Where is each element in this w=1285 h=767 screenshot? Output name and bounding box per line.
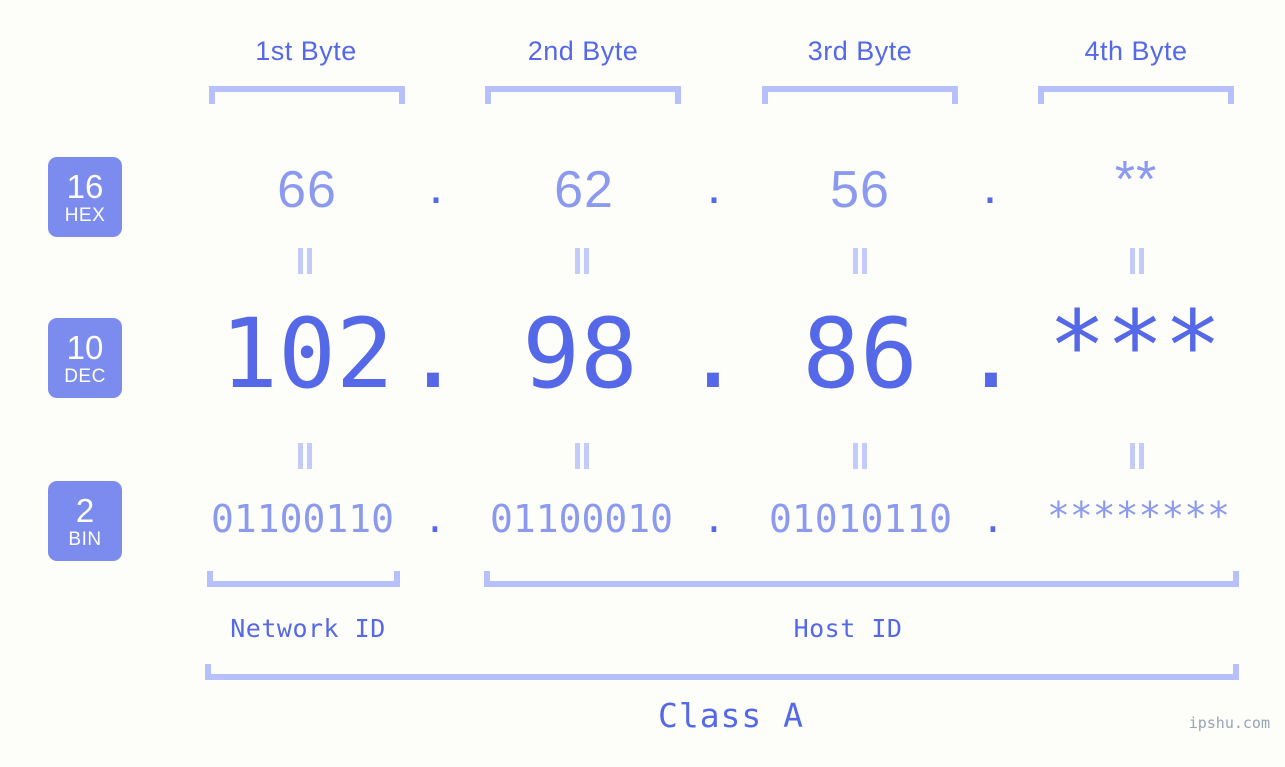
dec-byte-4: ***: [1048, 290, 1222, 402]
byte-header-1: 1st Byte: [255, 36, 357, 66]
base-badge-hex: 16 HEX: [48, 157, 122, 237]
network-id-bracket: [207, 571, 400, 587]
hex-byte-3: 56: [830, 161, 890, 219]
equals-mark-hex-dec-2: [571, 248, 593, 274]
class-bracket: [205, 664, 1239, 680]
hex-byte-1: 66: [277, 161, 337, 219]
bin-separator-1: .: [423, 497, 447, 541]
equals-mark-dec-bin-1: [294, 443, 316, 469]
bin-byte-1: 01100110: [210, 497, 395, 541]
host-id-bracket: [484, 571, 1239, 587]
byte-header-4: 4th Byte: [1084, 36, 1188, 66]
hex-byte-2: 62: [554, 161, 614, 219]
base-badge-dec: 10 DEC: [48, 318, 122, 398]
bin-byte-2: 01100010: [489, 497, 674, 541]
hex-separator-3: .: [982, 157, 998, 215]
byte-bracket-3: [762, 86, 958, 104]
byte-bracket-4: [1038, 86, 1234, 104]
bin-byte-3: 01010110: [768, 497, 953, 541]
byte-bracket-2: [485, 86, 681, 104]
equals-mark-hex-dec-1: [294, 248, 316, 274]
dec-byte-1: 102: [220, 298, 394, 410]
host-id-label: Host ID: [793, 614, 903, 643]
bin-separator-3: .: [981, 497, 1005, 541]
base-badge-dec-number: 10: [66, 328, 104, 366]
hex-separator-2: .: [706, 157, 722, 215]
byte-header-2: 2nd Byte: [527, 36, 639, 66]
class-label: Class A: [657, 696, 805, 735]
equals-mark-hex-dec-4: [1126, 248, 1148, 274]
base-badge-bin-name: BIN: [68, 528, 102, 550]
byte-bracket-1: [209, 86, 405, 104]
base-badge-dec-name: DEC: [64, 365, 106, 387]
base-badge-hex-name: HEX: [64, 204, 106, 226]
hex-separator-1: .: [428, 157, 444, 215]
network-id-label: Network ID: [230, 614, 386, 643]
base-badge-hex-number: 16: [66, 167, 104, 205]
dec-separator-3: .: [962, 298, 1020, 410]
byte-header-3: 3rd Byte: [807, 36, 913, 66]
dec-byte-3: 86: [802, 298, 918, 410]
ip-breakdown-diagram: 1st Byte 2nd Byte 3rd Byte 4th Byte 16 H…: [0, 0, 1285, 767]
dec-separator-1: .: [404, 298, 462, 410]
equals-mark-dec-bin-2: [571, 443, 593, 469]
hex-byte-4: **: [1114, 151, 1158, 209]
dec-separator-2: .: [684, 298, 742, 410]
bin-separator-2: .: [702, 497, 726, 541]
equals-mark-dec-bin-4: [1126, 443, 1148, 469]
watermark: ipshu.com: [1188, 714, 1270, 732]
dec-byte-2: 98: [522, 298, 638, 410]
base-badge-bin: 2 BIN: [48, 481, 122, 561]
equals-mark-hex-dec-3: [849, 248, 871, 274]
base-badge-bin-number: 2: [75, 491, 95, 529]
bin-byte-4: ********: [1046, 494, 1231, 538]
equals-mark-dec-bin-3: [849, 443, 871, 469]
